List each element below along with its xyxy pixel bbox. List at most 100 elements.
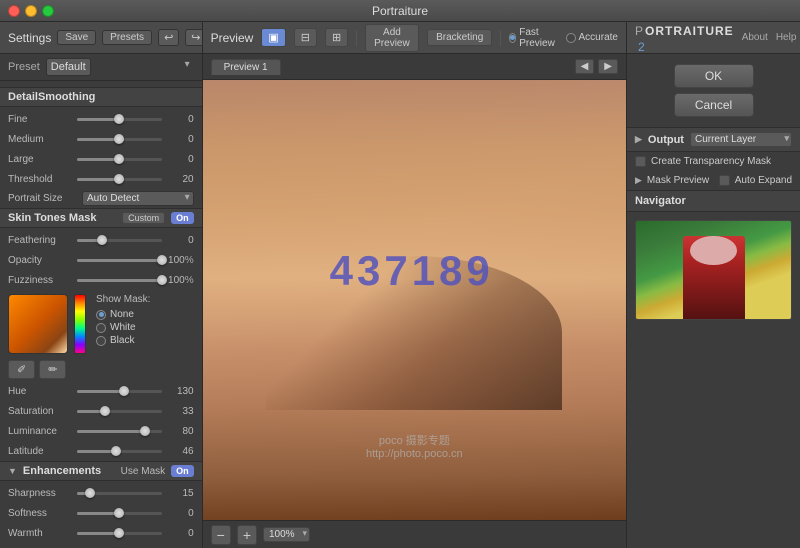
saturation-label: Saturation	[8, 406, 73, 417]
medium-slider[interactable]	[77, 138, 162, 141]
large-slider[interactable]	[77, 158, 162, 161]
cancel-button[interactable]: Cancel	[674, 93, 754, 117]
enh-on-badge[interactable]: On	[171, 465, 194, 477]
add-preview-button[interactable]: Add Preview	[365, 24, 419, 52]
bracketing-button[interactable]: Bracketing	[427, 29, 492, 46]
portrait-size-row: Portrait Size Auto Detect	[0, 189, 202, 208]
radio-black-dot[interactable]	[96, 336, 106, 346]
create-transparency-row: Create Transparency Mask	[627, 152, 800, 171]
preview-tab-1[interactable]: Preview 1	[211, 59, 281, 75]
undo-button[interactable]: ↩	[158, 29, 179, 46]
opacity-slider[interactable]	[77, 259, 162, 262]
output-triangle-icon[interactable]: ▶	[635, 134, 642, 145]
multi-view-btn[interactable]: ⊞	[325, 28, 348, 47]
color-swatch[interactable]	[8, 294, 68, 354]
image-bottom-bar: − + 100% 50% 200%	[203, 520, 626, 548]
fine-slider[interactable]	[77, 118, 162, 121]
medium-row: Medium 0	[0, 129, 202, 149]
save-button[interactable]: Save	[57, 30, 96, 45]
zoom-select[interactable]: 100% 50% 200%	[263, 527, 310, 542]
enh-triangle-icon[interactable]: ▼	[8, 466, 17, 476]
eyedropper-btn-1[interactable]: ✐	[8, 360, 35, 379]
navigator-label: Navigator	[627, 190, 800, 212]
minimize-button[interactable]	[25, 5, 37, 17]
large-row: Large 0	[0, 149, 202, 169]
softness-label: Softness	[8, 508, 73, 519]
show-mask-area: Show Mask: None White Black	[96, 294, 150, 346]
zoom-out-button[interactable]: −	[211, 525, 231, 545]
latitude-slider[interactable]	[77, 450, 162, 453]
auto-expand-checkbox[interactable]	[719, 175, 730, 186]
app-title: Portraiture	[372, 4, 428, 18]
preview-label: Preview	[211, 31, 254, 45]
maximize-button[interactable]	[42, 5, 54, 17]
sharpness-label: Sharpness	[8, 488, 73, 499]
skin-tones-label: Skin Tones Mask	[8, 212, 116, 224]
sharpness-slider[interactable]	[77, 492, 162, 495]
hue-row: Hue 130	[0, 381, 202, 401]
hue-slider[interactable]	[77, 390, 162, 393]
close-button[interactable]	[8, 5, 20, 17]
black-label: Black	[110, 335, 134, 346]
color-strip[interactable]	[74, 294, 86, 354]
skin-custom-badge[interactable]: Custom	[122, 212, 165, 224]
create-transparency-checkbox[interactable]	[635, 156, 646, 167]
help-button[interactable]: Help	[776, 32, 797, 43]
about-button[interactable]: About	[742, 32, 768, 43]
toolbar-sep	[356, 30, 357, 46]
mask-triangle-icon[interactable]: ▶	[635, 175, 642, 186]
radio-black[interactable]: Black	[96, 335, 150, 346]
accurate-label: Accurate	[579, 32, 618, 43]
next-arrow[interactable]: ▶	[598, 59, 618, 74]
warmth-slider[interactable]	[77, 532, 162, 535]
skin-on-badge[interactable]: On	[171, 212, 194, 224]
auto-expand-label: Auto Expand	[735, 175, 792, 186]
softness-row: Softness 0	[0, 503, 202, 523]
radio-none-dot[interactable]	[96, 310, 106, 320]
warmth-row: Warmth 0	[0, 523, 202, 543]
settings-label: Settings	[8, 31, 51, 45]
threshold-slider[interactable]	[77, 178, 162, 181]
latitude-value: 46	[166, 446, 194, 457]
portraiture-num: 2	[638, 40, 646, 54]
accurate-dot[interactable]	[566, 33, 576, 43]
output-select[interactable]: Current Layer	[690, 132, 792, 147]
single-view-btn[interactable]: ▣	[261, 28, 285, 47]
enhancements-header: ▼ Enhancements Use Mask On	[0, 461, 202, 481]
preset-select[interactable]: Default	[46, 58, 91, 76]
zoom-in-button[interactable]: +	[237, 525, 257, 545]
accurate-radio[interactable]: Accurate	[566, 32, 618, 43]
prev-arrow[interactable]: ◀	[575, 59, 595, 74]
redo-button[interactable]: ↪	[185, 29, 202, 46]
main-layout: Settings Save Presets ↩ ↪ Preset Default…	[0, 22, 800, 548]
feathering-slider[interactable]	[77, 239, 162, 242]
softness-slider[interactable]	[77, 512, 162, 515]
fast-preview-radio[interactable]: Fast Preview	[509, 27, 558, 49]
watermark-line1: poco 摄影专题	[366, 432, 463, 448]
preset-select-wrapper: Default	[46, 58, 194, 76]
saturation-slider[interactable]	[77, 410, 162, 413]
portrait-size-select[interactable]: Auto Detect	[82, 191, 194, 206]
preview-toolbar: Preview ▣ ⊟ ⊞ Add Preview Bracketing Fas…	[203, 22, 626, 54]
ok-button[interactable]: OK	[674, 64, 754, 88]
eyedropper-btn-2[interactable]: ✏	[39, 360, 66, 379]
left-toolbar: Settings Save Presets ↩ ↪	[0, 22, 202, 54]
hue-label: Hue	[8, 386, 73, 397]
fuzziness-slider[interactable]	[77, 279, 162, 282]
fuzziness-label: Fuzziness	[8, 275, 73, 286]
radio-white-dot[interactable]	[96, 323, 106, 333]
luminance-slider[interactable]	[77, 430, 162, 433]
enh-use-mask-label: Use Mask	[121, 466, 165, 477]
radio-none[interactable]: None	[96, 309, 150, 320]
mask-preview-label: Mask Preview	[647, 175, 714, 186]
threshold-value: 20	[166, 174, 194, 185]
fast-preview-dot[interactable]	[509, 33, 516, 43]
radio-white[interactable]: White	[96, 322, 150, 333]
split-view-btn[interactable]: ⊟	[294, 28, 317, 47]
fuzziness-row: Fuzziness 100%	[0, 270, 202, 290]
preview-tabs: Preview 1 ◀ ▶	[203, 54, 626, 80]
presets-button[interactable]: Presets	[102, 30, 152, 45]
medium-label: Medium	[8, 134, 73, 145]
right-panel: PORTRAITURE 2 About Help OK Cancel ▶ Out…	[626, 22, 800, 548]
skin-tones-header: Skin Tones Mask Custom On	[0, 208, 202, 228]
